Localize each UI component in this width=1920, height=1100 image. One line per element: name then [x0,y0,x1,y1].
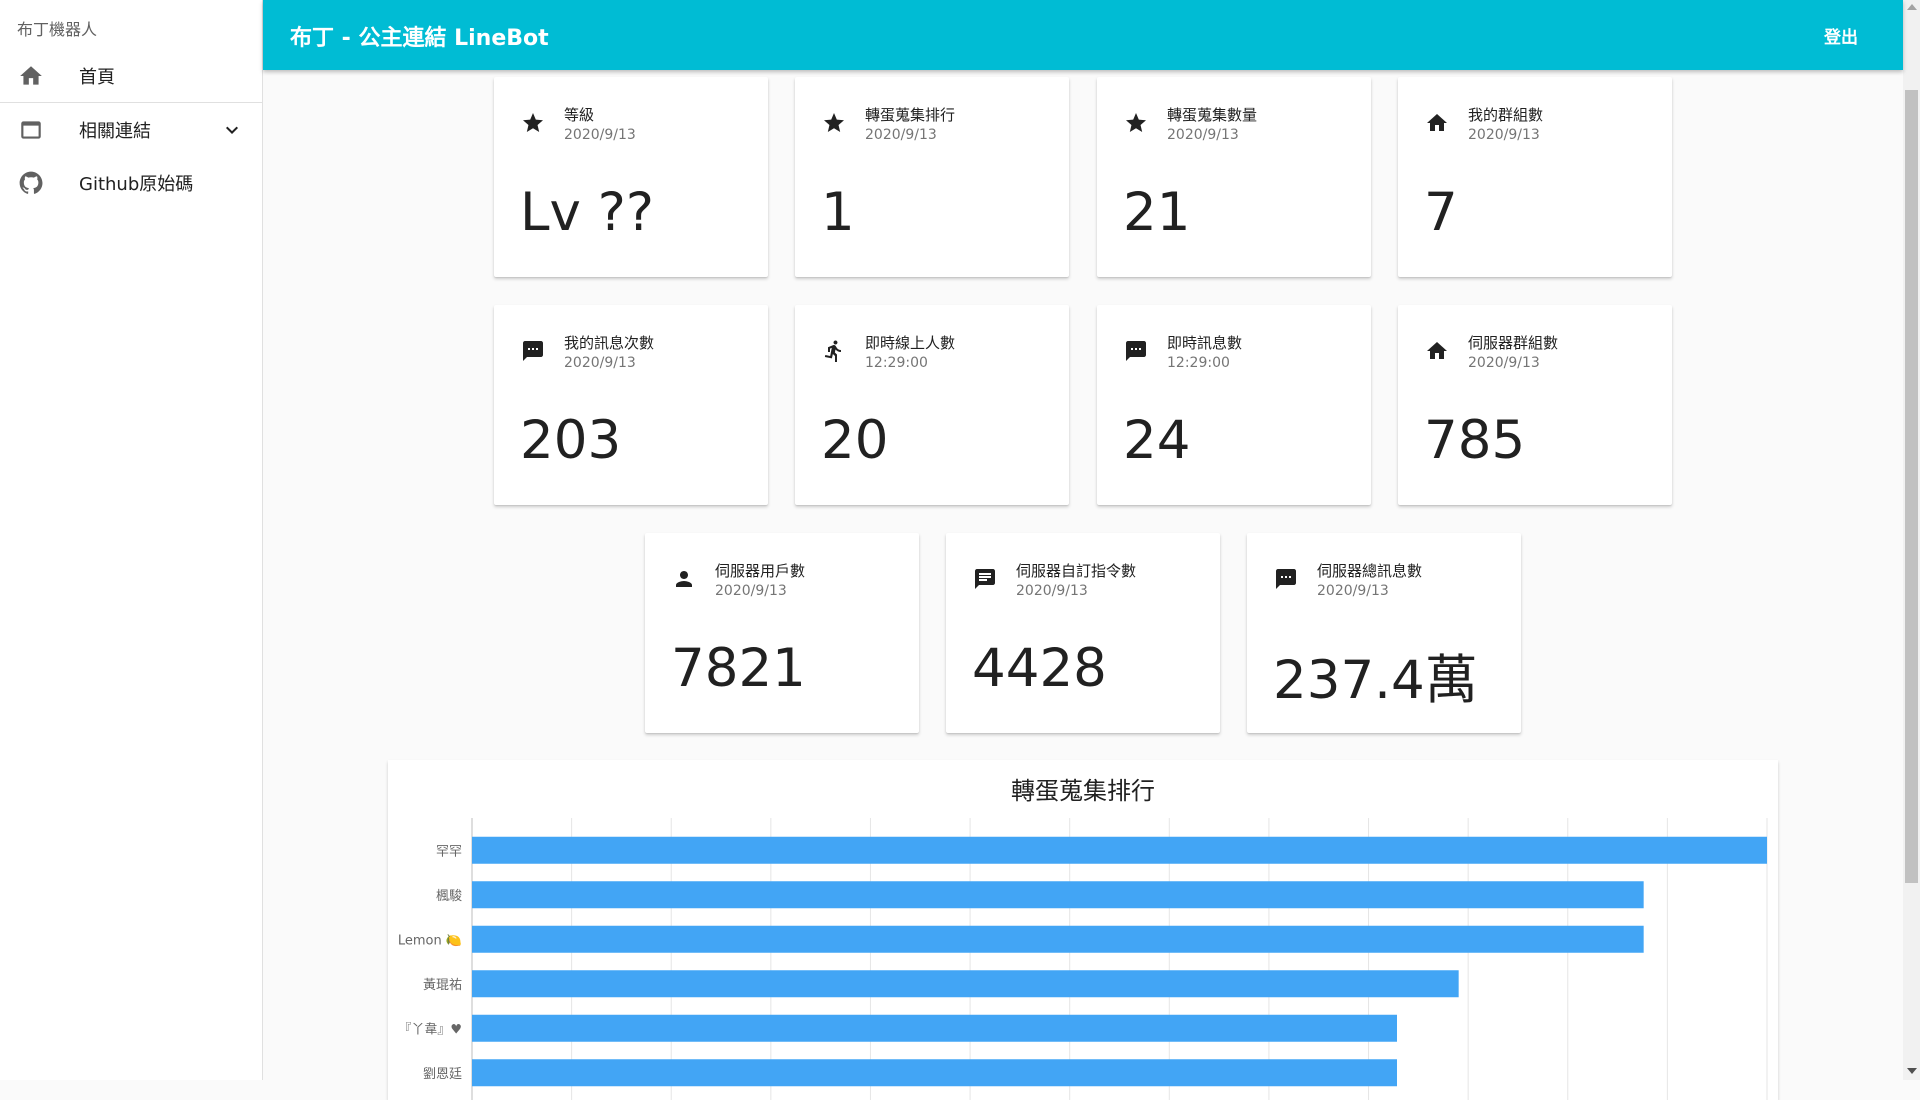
chart-category-label: 罕罕 [436,844,462,859]
gacha-ranking-chart-card: 轉蛋蒐集排行 罕罕 楓駿 Lemon 🍋 黃琨祐 『丫韋』♥ 劉恩廷 [388,760,1778,1100]
sidebar-item-label: 相關連結 [79,120,151,142]
app-bar: 布丁 - 公主連結 LineBot 登出 [263,0,1903,70]
card-title: 轉蛋蒐集排行 [865,106,956,124]
home-icon [1427,114,1447,131]
chart-bar[interactable] [472,1059,1397,1087]
chart-bar[interactable] [472,970,1459,998]
card-title: 伺服器用戶數 [715,562,806,580]
card-title: 轉蛋蒐集數量 [1167,106,1258,124]
card-value: 1 [821,182,855,243]
star-icon [1126,113,1146,132]
page-scrollbar[interactable] [1903,0,1920,1080]
card-date: 2020/9/13 [1016,583,1088,599]
chart-category-label: 黃琨祐 [423,978,462,993]
card-title: 即時訊息數 [1167,334,1243,352]
page-title: 布丁 - 公主連結 LineBot [290,26,549,51]
card-value: 4428 [972,638,1107,699]
logout-button[interactable]: 登出 [1824,23,1858,48]
message-icon [1126,341,1146,361]
stat-card-level: 等級 2020/9/13 Lv ?? [494,77,768,277]
home-icon [1427,342,1447,359]
gacha-ranking-chart: 罕罕楓駿Lemon 🍋黃琨祐『丫韋』♥劉恩廷 [398,818,1768,1100]
card-title: 伺服器總訊息數 [1317,562,1423,580]
scrollbar-thumb[interactable] [1905,90,1918,883]
chart-bar[interactable] [472,1014,1397,1042]
card-title: 伺服器自訂指令數 [1016,562,1137,580]
card-date: 2020/9/13 [1167,127,1239,143]
message-icon [1276,569,1296,589]
running-icon [824,340,841,362]
card-value: 785 [1424,410,1526,471]
chart-category-label: 『丫韋』♥ [398,1022,462,1037]
card-date: 2020/9/13 [564,127,636,143]
card-time: 12:29:00 [1167,355,1230,371]
card-title: 我的訊息次數 [564,334,655,352]
stat-card-server-groups: 伺服器群組數 2020/9/13 785 [1398,305,1672,505]
card-value: 24 [1123,410,1191,471]
card-title: 即時線上人數 [865,334,956,352]
scroll-up-arrow-icon[interactable] [1907,4,1917,10]
card-date: 2020/9/13 [564,355,636,371]
sidebar-item-label: 首頁 [79,67,115,88]
card-value: 20 [821,410,889,471]
stat-card-my-messages: 我的訊息次數 2020/9/13 203 [494,305,768,505]
card-date: 2020/9/13 [1468,355,1540,371]
stat-card-server-users: 伺服器用戶數 2020/9/13 7821 [645,533,919,733]
chart-bar[interactable] [472,836,1767,864]
sidebar-title: 布丁機器人 [17,20,98,39]
card-date: 2020/9/13 [1317,583,1389,599]
stat-card-gacha-count: 轉蛋蒐集數量 2020/9/13 21 [1097,77,1371,277]
stat-card-online-users: 即時線上人數 12:29:00 20 [795,305,1069,505]
card-time: 12:29:00 [865,355,928,371]
message-icon [523,341,543,361]
person-icon [676,571,692,587]
card-title: 伺服器群組數 [1468,334,1559,352]
sidebar-item-label: Github原始碼 [79,173,194,195]
chevron-down-icon[interactable] [220,118,244,142]
sidebar-item-links[interactable]: 相關連結 [0,103,262,156]
stat-card-total-messages: 伺服器總訊息數 2020/9/13 237.4萬 [1247,533,1521,733]
chart-category-label: 楓駿 [436,889,462,904]
card-date: 2020/9/13 [865,127,937,143]
card-value: 7821 [671,638,806,699]
stat-card-custom-commands: 伺服器自訂指令數 2020/9/13 4428 [946,533,1220,733]
card-title: 我的群組數 [1468,106,1544,124]
chat-icon [975,569,995,589]
chart-bar[interactable] [472,925,1644,953]
github-icon [19,171,43,194]
card-date: 2020/9/13 [1468,127,1540,143]
sidebar-item-github[interactable]: Github原始碼 [0,156,262,209]
sidebar: 布丁機器人 首頁 相關連結 Github原始碼 [0,0,263,1080]
card-value: 21 [1123,182,1191,243]
window-icon [21,120,41,139]
chart-bar[interactable] [472,881,1644,909]
card-title: 等級 [564,106,595,124]
sidebar-item-home[interactable]: 首頁 [0,50,262,103]
card-value: 237.4萬 [1273,650,1478,711]
card-value: Lv ?? [520,182,655,243]
stat-card-gacha-rank: 轉蛋蒐集排行 2020/9/13 1 [795,77,1069,277]
star-icon [523,113,543,132]
home-icon [20,66,42,85]
card-value: 7 [1424,182,1458,243]
chart-category-label: Lemon 🍋 [398,933,462,948]
card-value: 203 [520,410,622,471]
scroll-down-arrow-icon[interactable] [1907,1068,1917,1074]
stat-card-live-messages: 即時訊息數 12:29:00 24 [1097,305,1371,505]
stat-card-my-groups: 我的群組數 2020/9/13 7 [1398,77,1672,277]
star-icon [824,113,844,132]
card-date: 2020/9/13 [715,583,787,599]
